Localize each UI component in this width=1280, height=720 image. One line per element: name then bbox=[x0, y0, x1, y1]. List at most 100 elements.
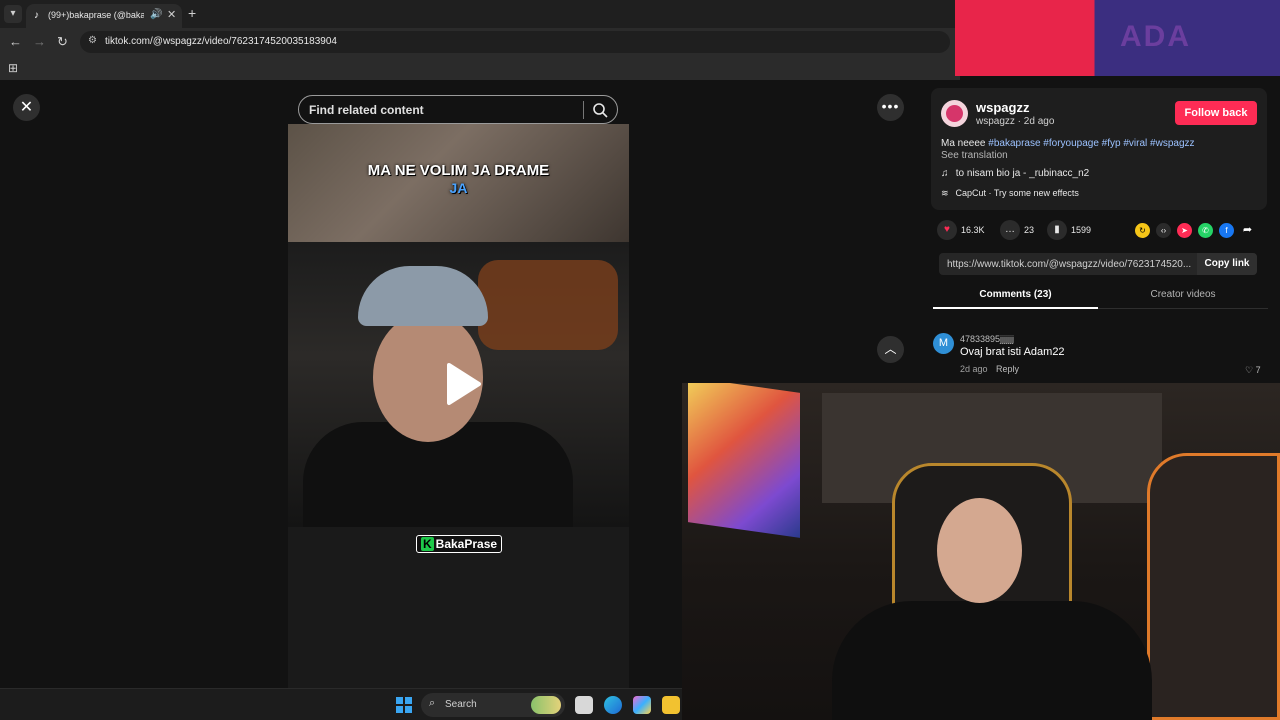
stream-overlay-banner: ADA bbox=[955, 0, 1280, 76]
comment-button[interactable]: … 23 bbox=[1000, 220, 1034, 242]
music-title: to nisam bio ja - _rubinacc_n2 bbox=[955, 168, 1090, 179]
audio-icon[interactable]: 🔊 bbox=[150, 9, 162, 20]
copy-link-button[interactable]: Copy link bbox=[1197, 253, 1257, 275]
creator-handle: wspagzz bbox=[976, 116, 1015, 127]
comment-item: M 47833895jjjjjjj Ovaj brat isti Adam22 … bbox=[933, 330, 1268, 380]
like-button[interactable]: ♥ 16.3K bbox=[937, 220, 985, 242]
comment-text: Ovaj brat isti Adam22 bbox=[960, 346, 1065, 358]
reload-icon[interactable]: ↻ bbox=[57, 34, 68, 50]
whatsapp-icon[interactable]: ✆ bbox=[1198, 223, 1213, 238]
repost-icon[interactable]: ↻ bbox=[1135, 223, 1150, 238]
video-caption-line2: JA bbox=[449, 180, 468, 196]
heart-icon: ♥ bbox=[937, 220, 957, 240]
details-panel: wspagzz wspagzz · 2d ago Follow back Ma … bbox=[918, 80, 1280, 383]
play-icon[interactable] bbox=[443, 362, 483, 406]
apps-grid-icon[interactable]: ⊞ bbox=[8, 61, 18, 75]
overlay-watermark: ADA bbox=[1120, 20, 1191, 53]
tab-search-dropdown[interactable]: ▾ bbox=[4, 5, 22, 23]
taskbar-search[interactable]: ⌕ Search bbox=[421, 693, 565, 717]
creator-username[interactable]: wspagzz bbox=[976, 100, 1029, 115]
music-note-icon: ♫ bbox=[941, 168, 949, 179]
tab-creator-videos[interactable]: Creator videos bbox=[1098, 285, 1268, 309]
commenter-avatar[interactable]: M bbox=[933, 333, 954, 354]
copilot-icon[interactable] bbox=[633, 696, 651, 714]
previous-video-button[interactable]: ︿ bbox=[877, 336, 904, 363]
streamer-head bbox=[937, 498, 1022, 603]
address-bar: ← → ↻ ⚙ tiktok.com/@wspagzz/video/762317… bbox=[0, 28, 960, 56]
like-count: 16.3K bbox=[961, 225, 985, 235]
video-top-frame: MA NE VOLIM JA DRAME JA bbox=[288, 124, 629, 242]
panel-tabs: Comments (23) Creator videos bbox=[933, 285, 1268, 309]
comment-count: 23 bbox=[1024, 225, 1035, 235]
video-description: Ma neeee #bakaprase #foryoupage #fyp #vi… bbox=[941, 138, 1195, 149]
search-icon[interactable] bbox=[591, 101, 609, 119]
follow-back-button[interactable]: Follow back bbox=[1175, 101, 1257, 125]
save-button[interactable]: ▮ 1599 bbox=[1047, 220, 1091, 242]
close-tab-icon[interactable]: ✕ bbox=[167, 8, 176, 21]
reply-button[interactable]: Reply bbox=[996, 364, 1019, 374]
taskbar-search-label: Search bbox=[445, 699, 477, 710]
post-time: 2d ago bbox=[1023, 116, 1055, 127]
brand-tag: K BakaPrase bbox=[416, 535, 503, 553]
creator-card: wspagzz wspagzz · 2d ago Follow back Ma … bbox=[931, 88, 1267, 210]
desc-text: Ma neeee bbox=[941, 138, 986, 149]
related-search-input[interactable] bbox=[309, 101, 569, 119]
share-link[interactable]: https://www.tiktok.com/@wspagzz/video/76… bbox=[947, 259, 1192, 270]
taskbar: ⌕ Search bbox=[0, 688, 682, 720]
action-row: ♥ 16.3K … 23 ▮ 1599 ↻ ‹› ➤ ✆ f ➦ bbox=[937, 220, 1267, 242]
task-view-icon[interactable] bbox=[575, 696, 593, 714]
heart-outline-icon: ♡ bbox=[1245, 365, 1254, 375]
tv-screen bbox=[688, 383, 800, 538]
video-main-frame bbox=[288, 242, 629, 542]
comment-like-button[interactable]: ♡ 7 bbox=[1245, 365, 1261, 376]
see-translation-link[interactable]: See translation bbox=[941, 150, 1008, 161]
share-arrow-icon[interactable]: ➦ bbox=[1240, 223, 1255, 238]
site-info-icon[interactable]: ⚙ bbox=[88, 35, 97, 46]
search-divider bbox=[583, 101, 584, 119]
url-field[interactable]: ⚙ tiktok.com/@wspagzz/video/762317452003… bbox=[80, 31, 950, 53]
creator-avatar[interactable] bbox=[941, 100, 968, 127]
facebook-icon[interactable]: f bbox=[1219, 223, 1234, 238]
capcut-text: CapCut · Try some new effects bbox=[955, 188, 1079, 198]
embed-icon[interactable]: ‹› bbox=[1156, 223, 1171, 238]
save-count: 1599 bbox=[1071, 225, 1092, 235]
capcut-icon: ≋ bbox=[941, 188, 949, 198]
search-highlight-icon bbox=[531, 696, 561, 714]
tiktok-favicon: ♪ bbox=[34, 10, 39, 21]
share-link-row: https://www.tiktok.com/@wspagzz/video/76… bbox=[939, 253, 1257, 275]
related-search-box[interactable] bbox=[298, 95, 618, 124]
browser-tab[interactable]: ♪ (99+)bakaprase (@bakapra 🔊 ✕ bbox=[26, 4, 182, 28]
music-row[interactable]: ♫ to nisam bio ja - _rubinacc_n2 bbox=[941, 168, 1089, 179]
bookmark-bar: ⊞ bbox=[0, 56, 960, 80]
creator-subline: wspagzz · 2d ago bbox=[976, 116, 1055, 127]
edge-icon[interactable] bbox=[604, 696, 622, 714]
send-icon[interactable]: ➤ bbox=[1177, 223, 1192, 238]
close-video-button[interactable]: ✕ bbox=[13, 94, 40, 121]
comment-like-count: 7 bbox=[1255, 365, 1261, 375]
brand-k-icon: K bbox=[421, 537, 434, 551]
forward-icon[interactable]: → bbox=[33, 34, 46, 49]
windows-start-icon[interactable] bbox=[396, 697, 412, 713]
bookmark-icon: ▮ bbox=[1047, 220, 1067, 240]
commenter-username[interactable]: 47833895jjjjjjj bbox=[960, 334, 1014, 344]
gaming-chair-right bbox=[1147, 453, 1280, 720]
comment-date: 2d ago bbox=[960, 364, 988, 374]
more-options-button[interactable]: ••• bbox=[877, 94, 904, 121]
tab-comments[interactable]: Comments (23) bbox=[933, 285, 1098, 309]
streamer-body bbox=[832, 601, 1152, 720]
tab-title: (99+)bakaprase (@bakapra bbox=[48, 10, 144, 20]
webcam-overlay bbox=[682, 383, 1280, 720]
capcut-row[interactable]: ≋ CapCut · Try some new effects bbox=[941, 188, 1079, 199]
back-icon[interactable]: ← bbox=[9, 34, 22, 49]
url-text: tiktok.com/@wspagzz/video/76231745200351… bbox=[105, 36, 337, 47]
comment-icon: … bbox=[1000, 220, 1020, 240]
new-tab-button[interactable]: + bbox=[188, 5, 196, 21]
brand-tag-text: BakaPrase bbox=[435, 537, 498, 551]
background-sign bbox=[478, 260, 618, 350]
video-player[interactable]: MA NE VOLIM JA DRAME JA K BakaPrase bbox=[288, 124, 629, 688]
video-caption-line1: MA NE VOLIM JA DRAME bbox=[367, 162, 550, 179]
person-cap bbox=[358, 266, 488, 326]
hashtags[interactable]: #bakaprase #foryoupage #fyp #viral #wspa… bbox=[988, 138, 1194, 149]
file-explorer-icon[interactable] bbox=[662, 696, 680, 714]
taskbar-search-icon: ⌕ bbox=[429, 697, 436, 709]
